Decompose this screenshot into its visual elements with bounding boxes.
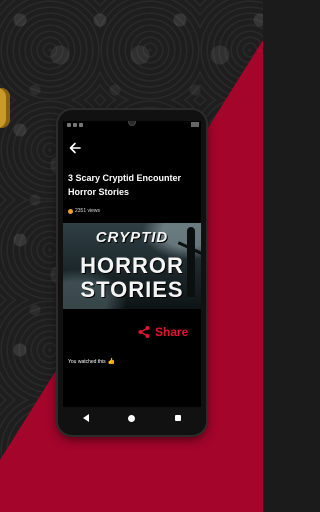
views-icon	[68, 208, 73, 214]
mascot-figure	[0, 88, 10, 128]
video-thumbnail[interactable]: CRYPTID HORROR STORIES	[63, 223, 201, 309]
views-count: 2351 views	[68, 208, 100, 214]
notification-icon	[67, 123, 71, 127]
thumbnail-text-line3: STORIES	[80, 277, 184, 302]
views-text: 2351 views	[75, 208, 101, 214]
camera-icon	[128, 121, 136, 126]
thumbnail-text-line2: HORROR	[80, 253, 184, 278]
notification-icon	[79, 123, 83, 127]
phone-screen: 3 Scary Cryptid Encounter Horror Stories…	[63, 121, 201, 407]
share-button[interactable]: Share	[137, 325, 188, 339]
notification-icon	[73, 123, 77, 127]
status-bar	[63, 121, 201, 129]
thumbnail-text-line1: CRYPTID	[95, 229, 169, 246]
watched-status: You watched this 👍	[68, 358, 116, 366]
share-icon	[137, 325, 151, 339]
share-label: Share	[155, 325, 189, 339]
android-nav-bar	[63, 407, 201, 429]
nav-back-icon[interactable]	[82, 414, 89, 422]
nav-home-icon[interactable]	[128, 414, 136, 422]
nav-recent-apps-icon[interactable]	[175, 415, 182, 421]
article-title: 3 Scary Cryptid Encounter Horror Stories	[68, 173, 182, 197]
thumbs-up-icon: 👍	[107, 359, 116, 365]
battery-icon	[191, 122, 199, 127]
back-arrow-icon[interactable]	[68, 141, 82, 155]
watched-text: You watched this	[68, 358, 106, 365]
